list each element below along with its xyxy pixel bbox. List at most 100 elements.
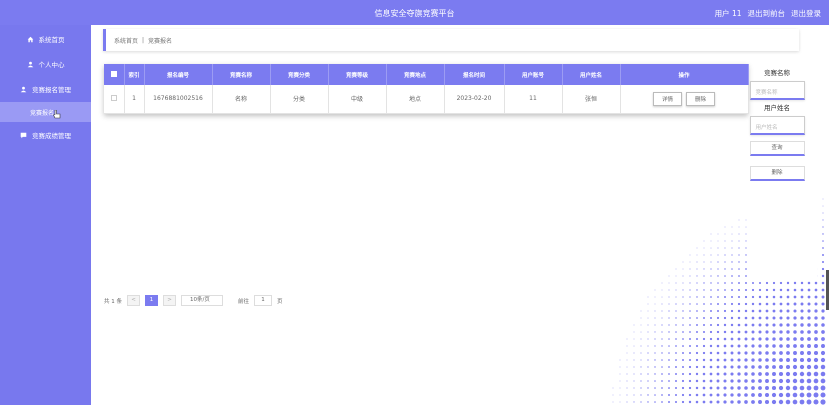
decoration-dot	[709, 316, 713, 320]
decoration-dot	[668, 387, 670, 389]
decoration-dot	[807, 337, 811, 341]
decoration-dot	[688, 386, 692, 390]
decoration-dot	[822, 233, 824, 235]
sidebar-item-home[interactable]: 系统首页	[0, 27, 91, 51]
decoration-dot	[654, 303, 656, 305]
decoration-dot	[668, 324, 670, 326]
decoration-dot	[647, 366, 649, 368]
decoration-dot	[724, 296, 726, 298]
decoration-dot	[675, 352, 677, 354]
next-page-button[interactable]: >	[163, 295, 176, 306]
query-button[interactable]: 查询	[749, 141, 805, 156]
decoration-dot	[633, 359, 635, 361]
sidebar-item-registration[interactable]: 竞赛报名	[0, 102, 91, 122]
decoration-dot	[779, 309, 783, 313]
breadcrumb-home[interactable]: 系统首页	[114, 36, 138, 45]
decoration-dot	[738, 240, 740, 242]
checkbox-icon[interactable]	[110, 94, 117, 101]
decoration-dot	[821, 288, 825, 292]
decoration-dot	[661, 359, 663, 361]
table-row: 1 1676881002516 名称 分类 中级 地点 2023-02-20 1…	[104, 85, 749, 114]
decoration-dot	[633, 373, 635, 375]
decoration-dot	[674, 400, 678, 404]
decoration-dot	[710, 233, 712, 235]
decoration-dot	[668, 352, 670, 354]
decoration-dot	[772, 302, 776, 306]
decoration-dot	[814, 302, 818, 306]
decoration-dot	[758, 288, 762, 292]
logout-link[interactable]: 退出登录	[791, 8, 821, 19]
decoration-dot	[800, 288, 804, 292]
decoration-dot	[799, 399, 805, 405]
select-all-checkbox[interactable]	[104, 64, 125, 85]
decoration-dot	[689, 282, 691, 284]
row-checkbox-cell[interactable]	[104, 85, 125, 114]
username-input[interactable]: 用户姓名	[749, 116, 805, 135]
decoration-dot	[800, 309, 804, 313]
pager-total: 共 1 条	[104, 298, 122, 305]
decoration-dot	[654, 317, 656, 319]
decoration-dot	[792, 378, 798, 384]
decoration-dot	[786, 323, 790, 327]
decoration-dot	[689, 310, 691, 312]
goto-page-input[interactable]: 1	[254, 295, 273, 306]
cell-time: 2023-02-20	[444, 85, 505, 114]
decoration-dot	[821, 302, 825, 306]
decoration-dot	[793, 316, 797, 320]
decoration-dot	[723, 351, 727, 355]
decoration-dot	[688, 379, 692, 383]
decoration-dot	[710, 247, 712, 249]
decoration-dot	[731, 282, 733, 284]
decoration-dot	[744, 365, 748, 369]
decoration-dot	[633, 366, 635, 368]
detail-button[interactable]: 详情	[653, 91, 683, 106]
decoration-dot	[737, 386, 741, 390]
decoration-dot	[737, 365, 741, 369]
decoration-dot	[696, 254, 698, 256]
page-size-select[interactable]: 10条/页	[181, 295, 223, 306]
decoration-dot	[738, 289, 740, 291]
checkbox-icon[interactable]	[110, 70, 117, 77]
page-number-current[interactable]: 1	[145, 295, 158, 306]
sidebar-item-profile[interactable]: 个人中心	[0, 52, 91, 76]
decoration-dot	[689, 268, 691, 270]
decoration-dot	[702, 351, 706, 355]
decoration-dot	[758, 386, 762, 390]
decoration-dot	[647, 380, 649, 382]
delete-row-button[interactable]: 删除	[685, 91, 715, 106]
decoration-dot	[800, 281, 804, 285]
batch-delete-button[interactable]: 删除	[749, 166, 805, 181]
prev-page-button[interactable]: <	[127, 295, 140, 306]
decoration-dot	[716, 400, 720, 404]
decoration-dot	[751, 288, 755, 292]
decoration-dot	[647, 317, 649, 319]
back-to-front-link[interactable]: 退出到前台	[748, 8, 786, 19]
sidebar-item-registration-management[interactable]: 竞赛报名管理	[0, 77, 91, 101]
decoration-dot	[619, 380, 621, 382]
decoration-dot	[633, 345, 635, 347]
decoration-dot	[793, 302, 797, 306]
decoration-dot	[716, 316, 720, 320]
decoration-dot	[626, 359, 628, 361]
decoration-dot	[675, 282, 677, 284]
decoration-dot	[633, 380, 635, 382]
competition-name-input[interactable]: 竞赛名称	[749, 81, 805, 100]
cell-category: 分类	[270, 85, 329, 114]
decoration-dot	[751, 295, 755, 299]
decoration-dot	[716, 393, 720, 397]
decoration-dot	[751, 365, 755, 369]
decoration-dot	[633, 338, 635, 340]
cell-name: 名称	[212, 85, 271, 114]
decoration-dot	[806, 350, 812, 356]
decoration-dot	[765, 365, 769, 369]
sidebar-item-score-management[interactable]: 竞赛成绩管理	[0, 123, 91, 147]
decoration-dot	[822, 198, 824, 200]
decoration-dot	[682, 310, 684, 312]
decoration-dot	[723, 365, 727, 369]
decoration-dot	[758, 323, 762, 327]
decoration-dot	[814, 344, 818, 348]
decoration-dot	[813, 399, 819, 405]
decoration-dot	[786, 288, 790, 292]
decoration-dot	[675, 268, 677, 270]
decoration-dot	[723, 358, 727, 362]
